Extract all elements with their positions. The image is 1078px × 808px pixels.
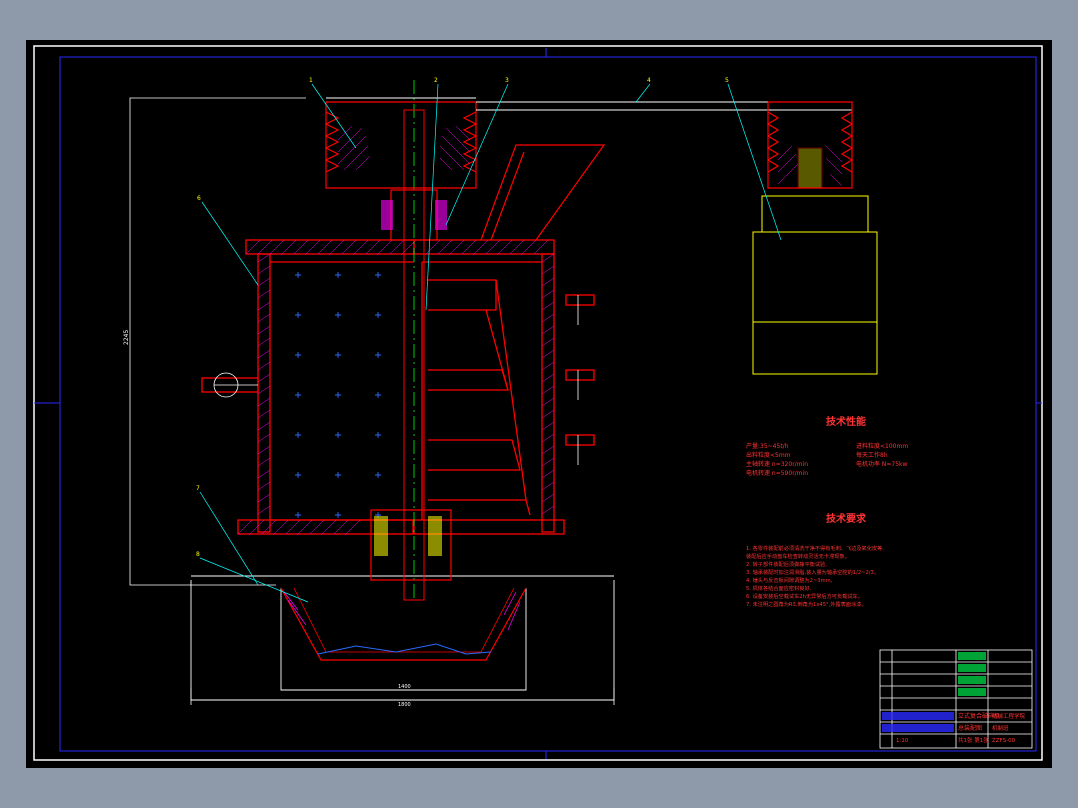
hammer-mark: [375, 272, 381, 278]
crusher-housing-left: [237, 239, 415, 535]
hammer-mark: [335, 432, 341, 438]
hammer-mark: [295, 512, 301, 518]
hammer-mark: [335, 272, 341, 278]
hammer-mark: [375, 392, 381, 398]
base-foundation: [190, 575, 615, 701]
upper-pulley: [324, 97, 478, 189]
outer-border: [33, 45, 1043, 761]
requirement-item: 6. 设备安装后空载试车2h无异常后方可负载试车。: [746, 592, 863, 600]
hammer-mark: [375, 472, 381, 478]
balloon-7: 7: [196, 485, 200, 492]
balloon-labels: 1 2 3 4 5 6 7 8: [196, 77, 729, 558]
motor: [752, 195, 878, 375]
requirement-item: 7. 未注明之圆角为R3,倒角为1x45°,外露表面涂漆。: [746, 600, 867, 608]
tech-requirements-list: 1. 各零件装配前必须清洗干净不得有毛刺、飞边及氧化皮等, 装配后应手动盘车检查…: [746, 544, 884, 608]
title-sheet: 共1张 第1张: [958, 736, 989, 744]
requirement-item: 3. 轴承装配时加注润滑脂,装入量为轴承空腔的1/2~2/3。: [746, 568, 879, 576]
hammer-mark: [335, 392, 341, 398]
tech-performance-left: 产量:35~45t/h 出料粒度<5mm 主轴转速 n=320r/min 电机转…: [746, 442, 808, 477]
perf-item: 产量:35~45t/h: [746, 442, 789, 450]
requirement-item: 装配后应手动盘车检查转动灵活无卡滞现象。: [746, 552, 850, 560]
cad-canvas: 2245 1400 1800 1 2 3 4 5 6 7 8 技术性能 产量:3…: [33, 45, 1043, 761]
title-drawing-no: ZZFS-00: [992, 738, 1016, 744]
hammer-mark: [375, 312, 381, 318]
hammer-mark: [375, 432, 381, 438]
title-school: 机械工程学院: [992, 712, 1026, 720]
balloon-2: 2: [434, 77, 438, 84]
balloon-1: 1: [309, 77, 313, 84]
hammer-mark: [295, 312, 301, 318]
hammer-mark: [295, 472, 301, 478]
inner-border: [59, 56, 1037, 752]
perf-item: 电机功率 N=75kw: [856, 460, 908, 468]
hammer-mark: [295, 352, 301, 358]
hammer-mark: [335, 472, 341, 478]
balloon-6: 6: [197, 195, 201, 202]
perf-item: 电机转速 n=590r/min: [746, 469, 808, 477]
perf-item: 每天工作8h: [856, 451, 888, 459]
title-block: [879, 649, 1033, 749]
hammer-mark: [335, 312, 341, 318]
title-block-fills: [882, 652, 986, 732]
balloon-3: 3: [505, 77, 509, 84]
dim-base-inner: 1400: [398, 684, 411, 690]
requirement-item: 1. 各零件装配前必须清洗干净不得有毛刺、飞边及氧化皮等,: [746, 544, 884, 552]
perf-item: 主轴转速 n=320r/min: [746, 460, 808, 468]
side-bolts: [213, 295, 579, 465]
hatch-right-wall: [425, 239, 555, 515]
hammer-mark: [335, 512, 341, 518]
central-shaft: [370, 80, 452, 601]
requirement-item: 2. 转子部件装配后须做静平衡试验,: [746, 560, 827, 568]
title-unit: 机制班: [992, 724, 1009, 732]
leader-lines: [199, 83, 782, 603]
hammer-mark: [335, 352, 341, 358]
hatch-left-wall: [237, 239, 415, 535]
dim-overall-height: 2245: [123, 330, 130, 345]
hammer-mark: [375, 352, 381, 358]
v-belt: [476, 101, 852, 111]
balloon-5: 5: [725, 77, 729, 84]
requirement-item: 4. 锤头与反击板间隙调整为2~3mm,: [746, 576, 833, 584]
balloon-8: 8: [196, 551, 200, 558]
feed-chute: [480, 144, 606, 241]
perf-item: 出料粒度<5mm: [746, 451, 791, 459]
hammer-grid: [295, 272, 381, 518]
title-subtitle: 总装配图: [958, 724, 982, 732]
hammer-mark: [295, 272, 301, 278]
tech-requirements-heading: 技术要求: [826, 512, 867, 525]
tech-performance-right: 进料粒度<100mm 每天工作8h 电机功率 N=75kw: [856, 442, 908, 468]
requirement-item: 5. 机体各结合面应密封良好,: [746, 584, 812, 592]
motor-pulley: [766, 101, 854, 189]
hammer-mark: [295, 432, 301, 438]
tech-performance-heading: 技术性能: [826, 415, 866, 428]
balloon-4: 4: [647, 77, 651, 84]
dim-base-width: 1800: [398, 702, 411, 708]
perf-item: 进料粒度<100mm: [856, 442, 908, 450]
drawing-sheet: 2245 1400 1800 1 2 3 4 5 6 7 8 技术性能 产量:3…: [26, 40, 1052, 768]
title-scale: 1:10: [896, 738, 909, 744]
hammer-mark: [295, 392, 301, 398]
